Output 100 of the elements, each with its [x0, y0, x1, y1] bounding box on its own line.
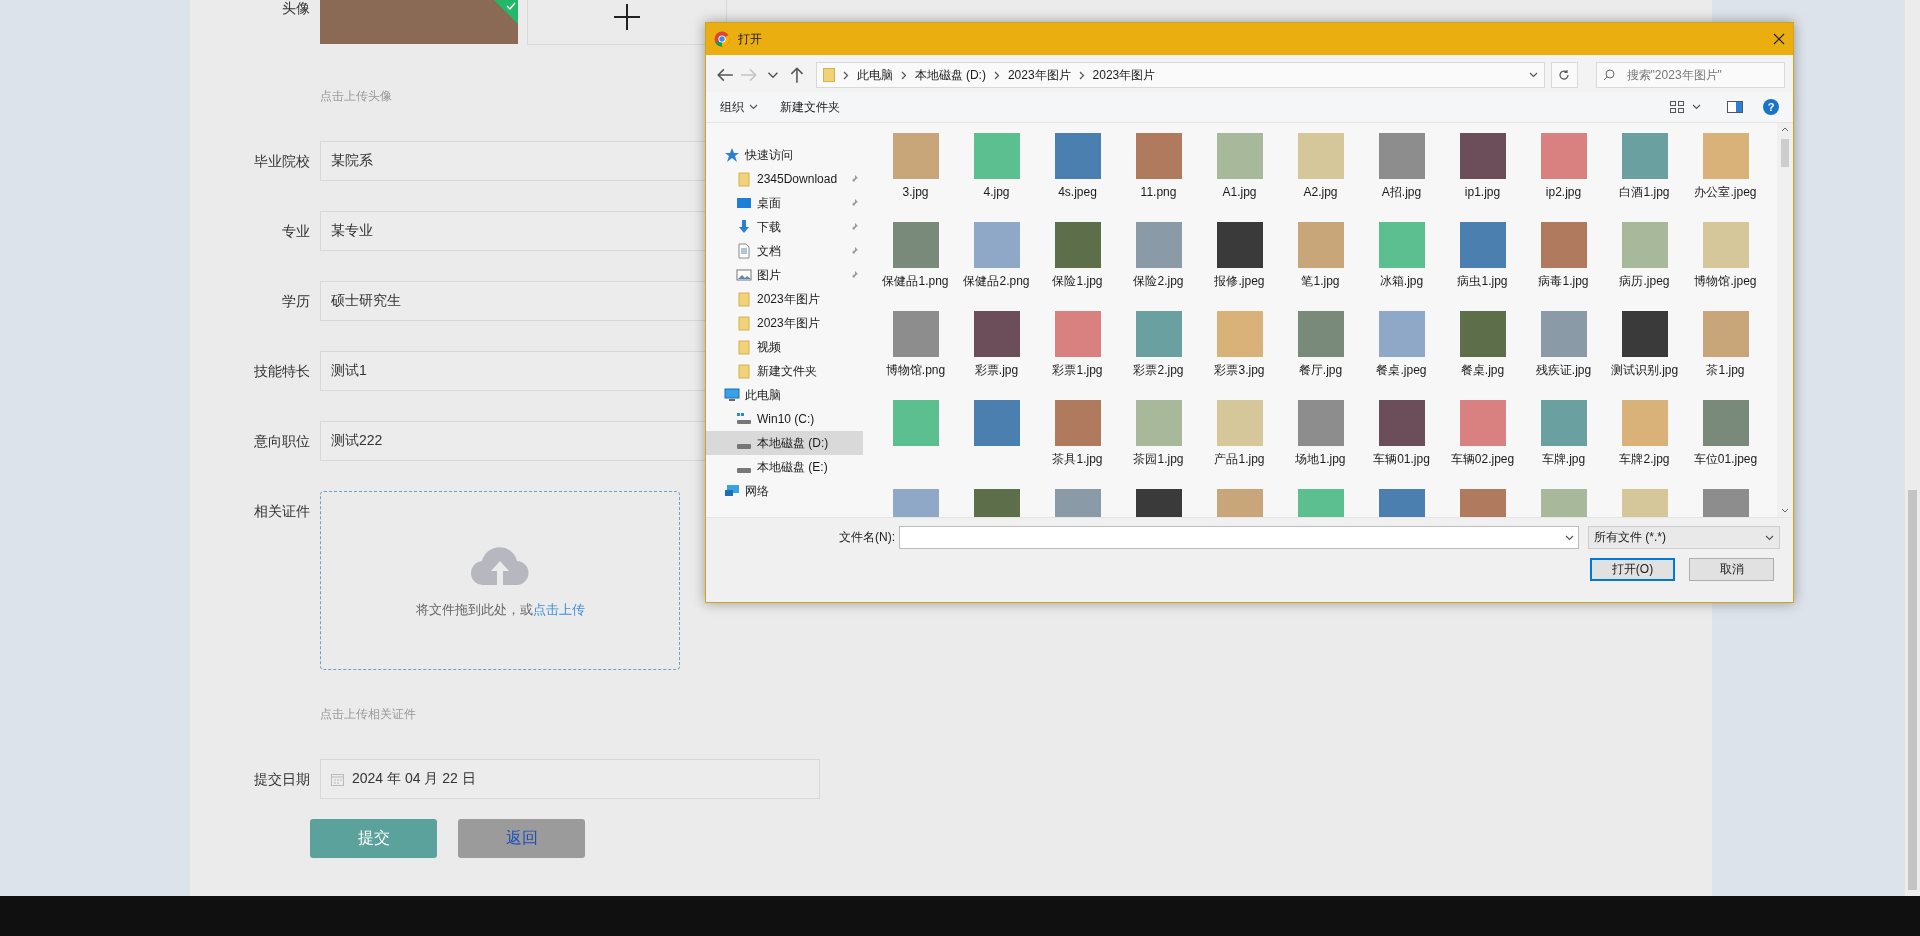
- image-thumbnail[interactable]: [1540, 133, 1587, 179]
- file-name[interactable]: 车位01.jpeg: [1686, 452, 1765, 467]
- file-name[interactable]: 博物馆.png: [876, 363, 955, 378]
- image-thumbnail[interactable]: [1216, 222, 1263, 268]
- file-name[interactable]: 笔1.jpg: [1281, 274, 1360, 289]
- file-name[interactable]: 茶1.jpg: [1686, 363, 1765, 378]
- file-name[interactable]: ip1.jpg: [1443, 185, 1522, 200]
- toolbar-button[interactable]: 组织: [720, 98, 758, 116]
- file-name[interactable]: 博物馆.jpeg: [1686, 274, 1765, 289]
- image-thumbnail[interactable]: [1216, 400, 1263, 446]
- image-thumbnail[interactable]: [1540, 222, 1587, 268]
- nav-item[interactable]: 本地磁盘 (D:): [706, 431, 863, 455]
- image-thumbnail[interactable]: [1378, 311, 1425, 357]
- scroll-thumb[interactable]: [1781, 139, 1789, 167]
- image-thumbnail[interactable]: [1540, 400, 1587, 446]
- breadcrumb-item[interactable]: 2023年图片: [1092, 66, 1156, 84]
- file-name[interactable]: 茶具1.jpg: [1038, 452, 1117, 467]
- file-name[interactable]: 保险2.jpg: [1119, 274, 1198, 289]
- image-thumbnail[interactable]: [1702, 400, 1749, 446]
- file-name[interactable]: A招.jpg: [1362, 185, 1441, 200]
- file-name[interactable]: 冰箱.jpg: [1362, 274, 1441, 289]
- file-name[interactable]: 报修.jpeg: [1200, 274, 1279, 289]
- file-name[interactable]: 保健品1.png: [876, 274, 955, 289]
- image-thumbnail[interactable]: [1621, 400, 1668, 446]
- file-name[interactable]: 白酒1.jpg: [1605, 185, 1684, 200]
- image-thumbnail[interactable]: [1378, 400, 1425, 446]
- image-thumbnail[interactable]: [1216, 311, 1263, 357]
- file-name[interactable]: 3.jpg: [876, 185, 955, 200]
- file-drop-zone[interactable]: 将文件拖到此处，或点击上传: [320, 491, 680, 670]
- image-thumbnail[interactable]: [1702, 311, 1749, 357]
- search-field[interactable]: 搜索"2023年图片": [1595, 62, 1785, 88]
- image-thumbnail[interactable]: [1216, 133, 1263, 179]
- image-thumbnail[interactable]: [973, 133, 1020, 179]
- file-name[interactable]: 彩票.jpg: [957, 363, 1036, 378]
- file-name[interactable]: 车辆01.jpg: [1362, 452, 1441, 467]
- image-thumbnail[interactable]: [1378, 133, 1425, 179]
- image-thumbnail[interactable]: [1297, 133, 1344, 179]
- refresh-button[interactable]: [1550, 62, 1578, 88]
- image-thumbnail[interactable]: [1540, 311, 1587, 357]
- breadcrumb-item[interactable]: 2023年图片: [1007, 66, 1071, 84]
- file-name[interactable]: 病历.jpeg: [1605, 274, 1684, 289]
- image-thumbnail[interactable]: [1297, 400, 1344, 446]
- date-field[interactable]: 2024 年 04 月 22 日: [320, 759, 820, 799]
- image-thumbnail[interactable]: [1459, 400, 1506, 446]
- close-icon[interactable]: [1773, 33, 1785, 45]
- image-thumbnail[interactable]: [1459, 222, 1506, 268]
- image-thumbnail[interactable]: [1135, 133, 1182, 179]
- image-thumbnail[interactable]: [1135, 400, 1182, 446]
- file-name[interactable]: A1.jpg: [1200, 185, 1279, 200]
- image-thumbnail[interactable]: [892, 133, 939, 179]
- toolbar-button[interactable]: 新建文件夹: [780, 98, 840, 116]
- image-thumbnail[interactable]: [892, 311, 939, 357]
- file-name[interactable]: 车牌2.jpg: [1605, 452, 1684, 467]
- image-thumbnail[interactable]: [1621, 133, 1668, 179]
- file-name-field[interactable]: [899, 526, 1579, 549]
- file-name[interactable]: 场地1.jpg: [1281, 452, 1360, 467]
- file-name[interactable]: A2.jpg: [1281, 185, 1360, 200]
- image-thumbnail[interactable]: [973, 311, 1020, 357]
- file-name[interactable]: 保健品2.png: [957, 274, 1036, 289]
- image-thumbnail[interactable]: [1702, 133, 1749, 179]
- file-name[interactable]: 测试识别.jpg: [1605, 363, 1684, 378]
- file-name[interactable]: 病毒1.jpg: [1524, 274, 1603, 289]
- file-name[interactable]: 彩票2.jpg: [1119, 363, 1198, 378]
- cancel-button[interactable]: 取消: [1689, 558, 1774, 581]
- file-name[interactable]: 残疾证.jpg: [1524, 363, 1603, 378]
- file-name[interactable]: 车牌.jpg: [1524, 452, 1603, 467]
- image-thumbnail[interactable]: [973, 400, 1020, 446]
- image-thumbnail[interactable]: [1459, 311, 1506, 357]
- upload-box[interactable]: [527, 0, 727, 45]
- file-name[interactable]: 保险1.jpg: [1038, 274, 1117, 289]
- image-thumbnail[interactable]: [1054, 311, 1101, 357]
- file-name[interactable]: 餐桌.jpeg: [1362, 363, 1441, 378]
- image-thumbnail[interactable]: [1135, 222, 1182, 268]
- preview-pane-icon[interactable]: [1727, 101, 1743, 113]
- image-thumbnail[interactable]: [1054, 400, 1101, 446]
- file-name[interactable]: 11.png: [1119, 185, 1198, 200]
- image-thumbnail[interactable]: [1135, 311, 1182, 357]
- file-name[interactable]: 彩票3.jpg: [1200, 363, 1279, 378]
- image-thumbnail[interactable]: [892, 222, 939, 268]
- image-thumbnail[interactable]: [1378, 222, 1425, 268]
- image-thumbnail[interactable]: [1459, 133, 1506, 179]
- file-name[interactable]: 茶园1.jpg: [1119, 452, 1198, 467]
- file-name[interactable]: 彩票1.jpg: [1038, 363, 1117, 378]
- file-type-select[interactable]: 所有文件 (*.*): [1588, 526, 1780, 549]
- file-name[interactable]: 产品1.jpg: [1200, 452, 1279, 467]
- image-thumbnail[interactable]: [1054, 222, 1101, 268]
- address-bar[interactable]: 此电脑 本地磁盘 (D:) 2023年图片 2023年图片: [815, 62, 1545, 88]
- image-thumbnail[interactable]: [1621, 222, 1668, 268]
- image-thumbnail[interactable]: [1702, 222, 1749, 268]
- file-name[interactable]: 办公室.jpeg: [1686, 185, 1765, 200]
- image-thumbnail[interactable]: [1054, 133, 1101, 179]
- file-name[interactable]: 餐厅.jpg: [1281, 363, 1360, 378]
- breadcrumb-item[interactable]: 本地磁盘 (D:): [914, 66, 986, 84]
- page-scrollbar[interactable]: [1905, 0, 1920, 896]
- file-name[interactable]: 餐桌.jpg: [1443, 363, 1522, 378]
- help-icon[interactable]: ?: [1763, 99, 1779, 115]
- nav-item[interactable]: 网络: [706, 479, 863, 503]
- image-thumbnail[interactable]: [973, 222, 1020, 268]
- view-grid-icon[interactable]: [1670, 101, 1684, 113]
- image-thumbnail[interactable]: [1297, 311, 1344, 357]
